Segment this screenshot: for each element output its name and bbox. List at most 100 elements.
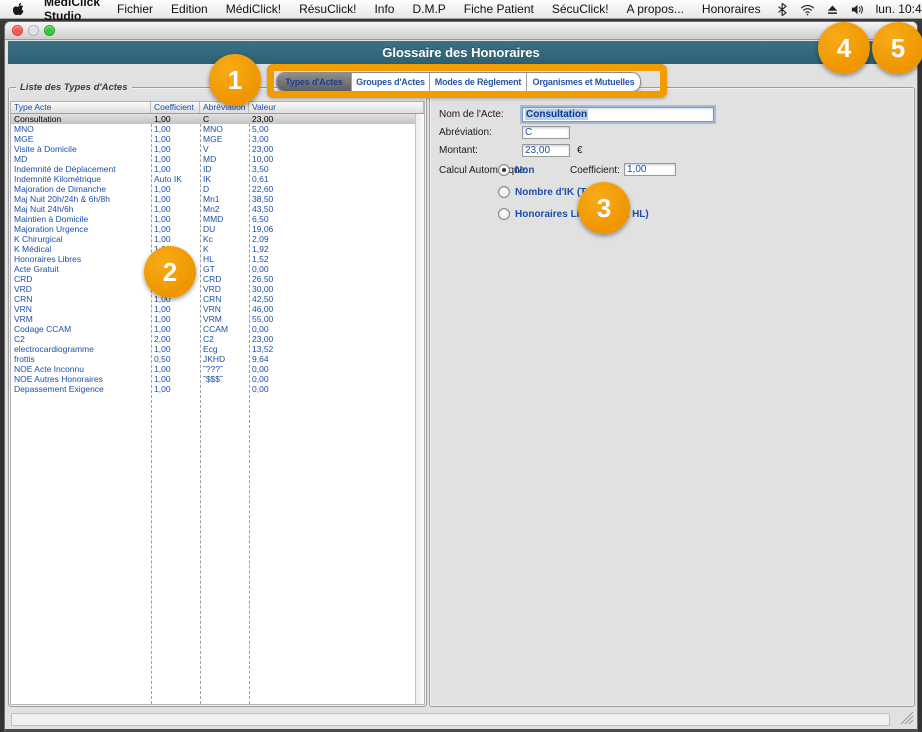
table-cell: CCAM bbox=[200, 324, 249, 334]
table-cell: 23,00 bbox=[249, 144, 415, 154]
table-row[interactable]: MNO1,00MNO5,00 bbox=[11, 124, 415, 134]
table-cell: NOE Autres Honoraires bbox=[11, 374, 151, 384]
radio-non[interactable] bbox=[498, 164, 510, 176]
table-cell: 23,00 bbox=[249, 114, 415, 124]
table-row[interactable]: NOE Acte Inconnu1,00˜???˜0,00 bbox=[11, 364, 415, 374]
table-cell: Codage CCAM bbox=[11, 324, 151, 334]
menu-status-area: lun. 10:47 bbox=[770, 0, 922, 18]
table-row[interactable]: NOE Autres Honoraires1,00˜$$$˜0,00 bbox=[11, 374, 415, 384]
nom-acte-field[interactable]: Consultation bbox=[522, 107, 714, 122]
table-cell: VRD bbox=[200, 284, 249, 294]
table-row[interactable]: K Chirurgical1,00Kc2,09 bbox=[11, 234, 415, 244]
glossaire-window: Glossaire des Honoraires Types d'ActesGr… bbox=[4, 21, 918, 732]
table-cell: 1,00 bbox=[151, 374, 200, 384]
menu-item-info[interactable]: Info bbox=[365, 2, 403, 16]
minimize-button[interactable] bbox=[28, 25, 39, 36]
table-cell: 1,00 bbox=[151, 314, 200, 324]
radio-honoraires-libres[interactable] bbox=[498, 208, 510, 220]
table-cell: 23,00 bbox=[249, 334, 415, 344]
menu-item-edition[interactable]: Edition bbox=[162, 2, 217, 16]
table-cell: frottis bbox=[11, 354, 151, 364]
menu-item-m-diclick[interactable]: MédiClick! bbox=[217, 2, 290, 16]
menu-item-a-propos[interactable]: A propos... bbox=[618, 2, 693, 16]
table-row[interactable]: Majoration de Dimanche1,00D22,60 bbox=[11, 184, 415, 194]
table-cell: C2 bbox=[11, 334, 151, 344]
table-row[interactable]: VRM1,00VRM55,00 bbox=[11, 314, 415, 324]
table-cell: D bbox=[200, 184, 249, 194]
bluetooth-icon[interactable] bbox=[775, 2, 790, 17]
resize-grip[interactable] bbox=[899, 710, 914, 725]
table-cell: 1,00 bbox=[151, 214, 200, 224]
table-cell: 1,00 bbox=[151, 134, 200, 144]
menu-item-fichier[interactable]: Fichier bbox=[108, 2, 162, 16]
callout-highlight-rect bbox=[267, 64, 667, 98]
column-header-type-acte[interactable]: Type Acte bbox=[11, 102, 151, 113]
table-cell: 2,00 bbox=[151, 334, 200, 344]
table-cell: Maintien à Domicile bbox=[11, 214, 151, 224]
menu-item-s-cuclick[interactable]: SécuClick! bbox=[543, 2, 618, 16]
table-row[interactable]: Codage CCAM1,00CCAM0,00 bbox=[11, 324, 415, 334]
abreviation-field[interactable]: C bbox=[522, 126, 570, 139]
callout-badge-3: 3 bbox=[578, 182, 630, 234]
menu-items: FichierEditionMédiClick!RésuClick!InfoD.… bbox=[108, 0, 770, 18]
menu-app-name[interactable]: MediClick Studio bbox=[36, 0, 108, 23]
table-row[interactable]: Maj Nuit 24h/6h1,00Mn243,50 bbox=[11, 204, 415, 214]
table-cell: 0,00 bbox=[249, 374, 415, 384]
table-cell: GT bbox=[200, 264, 249, 274]
table-row[interactable]: C22,00C223,00 bbox=[11, 334, 415, 344]
table-row[interactable]: Maintien à Domicile1,00MMD6,50 bbox=[11, 214, 415, 224]
table-cell: Depassement Exigence bbox=[11, 384, 151, 394]
menu-item-d-m-p[interactable]: D.M.P bbox=[403, 2, 454, 16]
table-row[interactable]: electrocardiogramme1,00Ecg13,52 bbox=[11, 344, 415, 354]
apple-menu[interactable] bbox=[0, 0, 36, 18]
menu-item-r-suclick[interactable]: RésuClick! bbox=[290, 2, 365, 16]
column-header-valeur[interactable]: Valeur bbox=[249, 102, 424, 113]
menu-clock[interactable]: lun. 10:47 bbox=[870, 2, 922, 16]
table-row[interactable]: Acte Gratuit1,00GT0,00 bbox=[11, 264, 415, 274]
table-row[interactable]: VRN1,00VRN46,00 bbox=[11, 304, 415, 314]
column-header-coefficient[interactable]: Coefficient bbox=[151, 102, 200, 113]
montant-field[interactable]: 23,00 bbox=[522, 144, 570, 157]
table-cell: VRM bbox=[200, 314, 249, 324]
radio-non-label: Non bbox=[515, 165, 534, 176]
table-row[interactable]: Majoration Urgence1,00DU19,06 bbox=[11, 224, 415, 234]
window-titlebar[interactable] bbox=[5, 22, 917, 40]
table-row[interactable]: MD1,00MD10,00 bbox=[11, 154, 415, 164]
table-row[interactable]: K Médical1,00K1,92 bbox=[11, 244, 415, 254]
table-row[interactable]: Honoraires LibresAuto HLHL1,52 bbox=[11, 254, 415, 264]
table-row[interactable]: Visite à Domicile1,00V23,00 bbox=[11, 144, 415, 154]
table-cell: 0,00 bbox=[249, 264, 415, 274]
table-row[interactable]: Consultation1,00C23,00 bbox=[11, 114, 415, 124]
table-row[interactable]: Indemnité KilométriqueAuto IKIK0,61 bbox=[11, 174, 415, 184]
table-cell: 0,00 bbox=[249, 384, 415, 394]
callout-badge-2: 2 bbox=[144, 246, 196, 298]
table-row[interactable]: Indemnité de Déplacement1,00ID3,50 bbox=[11, 164, 415, 174]
page-title: Glossaire des Honoraires bbox=[382, 45, 540, 60]
table-cell: CRD bbox=[200, 274, 249, 284]
table-cell: 55,00 bbox=[249, 314, 415, 324]
table-row[interactable]: MGE1,00MGE3,00 bbox=[11, 134, 415, 144]
table-cell: 43,50 bbox=[249, 204, 415, 214]
screen: { "colors": { "header_teal": "#336B7D", … bbox=[0, 0, 922, 732]
window-header: Glossaire des Honoraires bbox=[8, 41, 914, 64]
menu-item-honoraires[interactable]: Honoraires bbox=[693, 2, 770, 16]
close-button[interactable] bbox=[12, 25, 23, 36]
table-cell: 46,00 bbox=[249, 304, 415, 314]
zoom-button[interactable] bbox=[44, 25, 55, 36]
menu-item-fiche-patient[interactable]: Fiche Patient bbox=[455, 2, 543, 16]
table-row[interactable]: frottis0,50JKHD9,64 bbox=[11, 354, 415, 364]
table-row[interactable]: Depassement Exigence1,000,00 bbox=[11, 384, 415, 394]
table-scrollbar[interactable] bbox=[415, 114, 424, 704]
eject-icon[interactable] bbox=[825, 2, 840, 17]
table-row[interactable]: CRN1,00CRN42,50 bbox=[11, 294, 415, 304]
wifi-icon[interactable] bbox=[800, 2, 815, 17]
table-row[interactable]: VRD1,00VRD30,00 bbox=[11, 284, 415, 294]
table-cell: 1,00 bbox=[151, 324, 200, 334]
coefficient-field[interactable]: 1,00 bbox=[624, 163, 676, 176]
table-cell: 19,06 bbox=[249, 224, 415, 234]
table-cell: VRM bbox=[11, 314, 151, 324]
table-row[interactable]: CRD1,00CRD26,50 bbox=[11, 274, 415, 284]
volume-icon[interactable] bbox=[850, 2, 865, 17]
table-row[interactable]: Maj Nuit 20h/24h & 6h/8h1,00Mn138,50 bbox=[11, 194, 415, 204]
radio-nombre-ik[interactable] bbox=[498, 186, 510, 198]
